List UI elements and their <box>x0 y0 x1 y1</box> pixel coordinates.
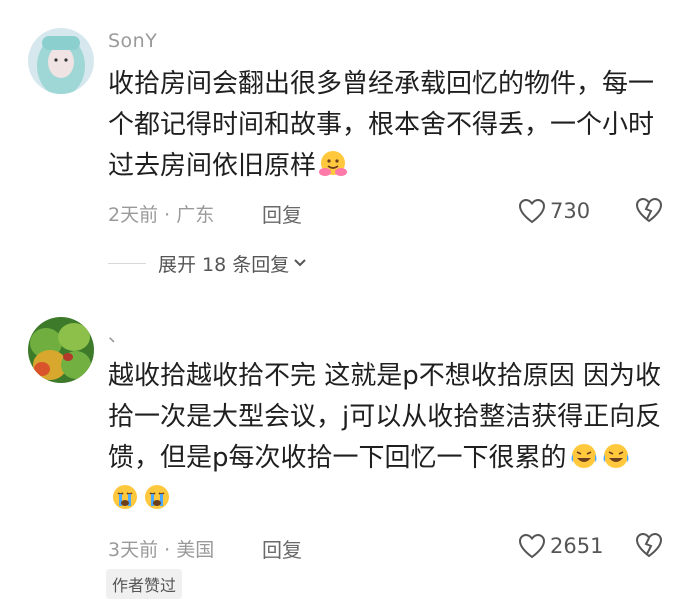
crying-emoji-icon <box>145 485 169 509</box>
like-button[interactable]: 2651 <box>518 531 603 561</box>
comment-meta: 3天前 · 美国 回复 2651 <box>108 531 668 563</box>
avatar[interactable] <box>28 317 94 383</box>
username[interactable]: 、 <box>108 320 128 347</box>
dislike-button[interactable] <box>635 532 663 562</box>
time-location: 3天前 · 美国 <box>108 539 215 561</box>
reply-button[interactable]: 回复 <box>262 534 302 563</box>
heart-icon <box>518 533 546 559</box>
comment-text: 越收拾越收拾不完 这就是p不想收拾原因 因为收拾一次是大型会议，j可以从收拾整洁… <box>108 356 668 520</box>
author-liked-badge: 作者赞过 <box>106 569 183 599</box>
crying-emoji-icon <box>113 485 137 509</box>
laugh-cry-emoji-icon <box>603 444 629 468</box>
comment-item: 、 越收拾越收拾不完 这就是p不想收拾原因 因为收拾一次是大型会议，j可以从收拾… <box>0 0 690 603</box>
broken-heart-icon <box>635 532 663 558</box>
like-count: 2651 <box>550 534 604 558</box>
laugh-cry-emoji-icon <box>571 444 597 468</box>
